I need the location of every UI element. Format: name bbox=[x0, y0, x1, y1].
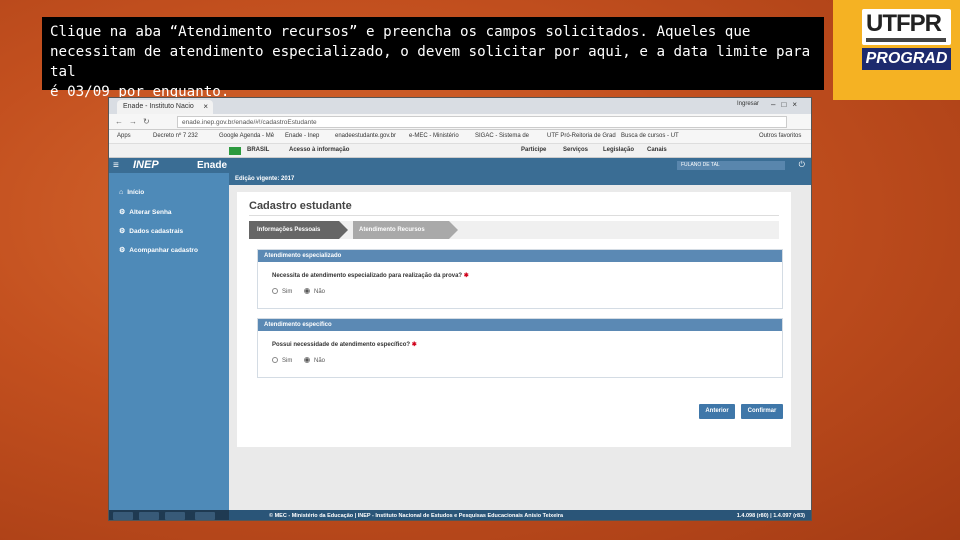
footer-versions: 1.4.098 (r80) | 1.4.097 (r83) bbox=[736, 513, 805, 519]
wizard-steps: Informações Pessoais Atendimento Recurso… bbox=[249, 221, 779, 239]
sidebar-item-label: Acompanhar cadastro bbox=[129, 247, 198, 254]
taskbar-app-icon[interactable] bbox=[165, 512, 185, 520]
bookmark-apps[interactable]: Apps bbox=[117, 133, 131, 139]
step-arrow bbox=[339, 221, 348, 239]
sidebar-item-dados-cadastrais[interactable]: ⚙ Dados cadastrais bbox=[119, 227, 183, 235]
section-title: Atendimento especializado bbox=[258, 250, 782, 262]
bookmark-item[interactable]: e-MEC - Ministério bbox=[409, 133, 459, 139]
menu-icon[interactable]: ≡ bbox=[113, 161, 119, 171]
gov-link-participe[interactable]: Participe bbox=[521, 147, 546, 153]
gear-icon: ⚙ bbox=[119, 228, 126, 235]
browser-tab-bar: Enade - Instituto Nacio × Ingresar –□× bbox=[109, 98, 811, 114]
caption-line-1: Clique na aba “Atendimento recursos” e p… bbox=[50, 24, 751, 40]
caption-line-2: necessitam de atendimento especializado,… bbox=[50, 44, 811, 80]
confirm-button[interactable]: Confirmar bbox=[741, 404, 783, 419]
sidebar-item-acompanhar-cadastro[interactable]: ⚙ Acompanhar cadastro bbox=[119, 246, 198, 254]
brazil-flag-icon bbox=[229, 147, 241, 155]
form-card: Cadastro estudante Informações Pessoais … bbox=[237, 192, 791, 447]
radio-sim[interactable] bbox=[272, 288, 278, 294]
browser-user-label[interactable]: Ingresar bbox=[737, 101, 759, 107]
back-icon[interactable]: ← bbox=[115, 117, 123, 126]
footer-text: © MEC - Ministério da Educação | INEP - … bbox=[269, 513, 564, 519]
edition-bar: Edição vigente: 2017 bbox=[229, 173, 811, 185]
app-footer: © MEC - Ministério da Educação | INEP - … bbox=[229, 510, 811, 520]
question-atendimento-especializado: Necessita de atendimento especializado p… bbox=[272, 272, 469, 279]
radio-label-nao: Não bbox=[314, 357, 326, 364]
user-name-text: FULANO DE TAL bbox=[681, 162, 720, 168]
step-atendimento-recursos[interactable]: Atendimento Recursos bbox=[353, 221, 449, 239]
radio-label-sim: Sim bbox=[282, 288, 293, 295]
slide-caption: Clique na aba “Atendimento recursos” e p… bbox=[42, 17, 824, 100]
reload-icon[interactable]: ↻ bbox=[143, 117, 150, 126]
taskbar-app-icon[interactable] bbox=[113, 512, 133, 520]
back-button[interactable]: Anterior bbox=[699, 404, 735, 419]
gov-link-servicos[interactable]: Serviços bbox=[563, 147, 588, 153]
sidebar-item-alterar-senha[interactable]: ⚙ Alterar Senha bbox=[119, 208, 172, 216]
close-tab-icon[interactable]: × bbox=[203, 102, 208, 111]
bookmark-item[interactable]: Decreto nº 7 232 bbox=[153, 133, 198, 139]
question-atendimento-especifico: Possui necessidade de atendimento especí… bbox=[272, 341, 417, 348]
gear-icon: ⚙ bbox=[119, 247, 126, 254]
address-bar: ← → ↻ enade.inep.gov.br/enade/#!/cadastr… bbox=[109, 114, 811, 130]
required-marker: ✱ bbox=[411, 342, 417, 348]
bookmark-item[interactable]: Busca de cursos - UT bbox=[621, 133, 679, 139]
bookmark-other[interactable]: Outros favoritos bbox=[759, 133, 801, 139]
question-text: Possui necessidade de atendimento especí… bbox=[272, 342, 411, 348]
bookmarks-bar: Apps Decreto nº 7 232 Google Agenda - Mê… bbox=[109, 130, 811, 144]
browser-tab[interactable]: Enade - Instituto Nacio × bbox=[117, 100, 213, 114]
radio-sim[interactable] bbox=[272, 357, 278, 363]
gov-link-canais[interactable]: Canais bbox=[647, 147, 667, 153]
section-atendimento-especializado: Atendimento especializado Necessita de a… bbox=[257, 249, 783, 309]
sidebar: ⌂ Início ⚙ Alterar Senha ⚙ Dados cadastrais… bbox=[109, 173, 229, 510]
app-body: ⌂ Início ⚙ Alterar Senha ⚙ Dados cadastrais… bbox=[109, 173, 811, 520]
prograd-label: PROGRAD bbox=[862, 48, 951, 70]
radio-nao[interactable] bbox=[304, 288, 311, 294]
radio-label-nao: Não bbox=[314, 288, 326, 295]
bookmark-item[interactable]: SIGAC - Sistema de bbox=[475, 133, 529, 139]
taskbar bbox=[109, 510, 229, 520]
radio-group-especifico: Sim Não bbox=[272, 357, 335, 364]
section-title: Atendimento específico bbox=[258, 319, 782, 331]
page-title: Cadastro estudante bbox=[249, 200, 352, 212]
bookmark-item[interactable]: enadeestudante.gov.br bbox=[335, 133, 396, 139]
bookmark-item[interactable]: Google Agenda - Mê bbox=[219, 133, 274, 139]
gear-icon: ⚙ bbox=[119, 209, 126, 216]
gov-link-legislacao[interactable]: Legislação bbox=[603, 147, 634, 153]
utfpr-logo-tagline bbox=[866, 38, 946, 42]
sidebar-item-label: Dados cadastrais bbox=[129, 228, 184, 235]
gov-access-link[interactable]: Acesso à informação bbox=[289, 147, 349, 153]
question-text: Necessita de atendimento especializado p… bbox=[272, 273, 463, 279]
app-header: ≡ INEP Enade FULANO DE TAL ⏻ bbox=[109, 158, 811, 173]
product-name: Enade bbox=[197, 160, 228, 171]
taskbar-app-icon[interactable] bbox=[139, 512, 159, 520]
taskbar-app-icon[interactable] bbox=[195, 512, 215, 520]
required-marker: ✱ bbox=[463, 273, 469, 279]
bookmark-item[interactable]: Enade - Inep bbox=[285, 133, 319, 139]
step-informacoes-pessoais[interactable]: Informações Pessoais bbox=[249, 221, 339, 239]
url-input[interactable]: enade.inep.gov.br/enade/#!/cadastroEstud… bbox=[177, 116, 787, 128]
gov-brasil-link[interactable]: BRASIL bbox=[247, 147, 269, 153]
bookmark-item[interactable]: UTF Pró-Reitoria de Grad bbox=[547, 133, 616, 139]
home-icon: ⌂ bbox=[119, 189, 124, 196]
sidebar-item-label: Alterar Senha bbox=[129, 209, 172, 216]
step-arrow bbox=[449, 221, 458, 239]
sidebar-item-label: Início bbox=[127, 189, 145, 196]
radio-group-especializado: Sim Não bbox=[272, 288, 335, 295]
radio-nao[interactable] bbox=[304, 357, 311, 363]
browser-screenshot: Enade - Instituto Nacio × Ingresar –□× ←… bbox=[108, 97, 812, 521]
inep-logo: INEP bbox=[133, 159, 159, 171]
window-controls[interactable]: –□× bbox=[771, 100, 803, 109]
sidebar-item-inicio[interactable]: ⌂ Início bbox=[119, 189, 144, 196]
forward-icon[interactable]: → bbox=[129, 117, 137, 126]
utfpr-logo: UTFPR bbox=[866, 10, 942, 37]
gov-bar: BRASIL Acesso à informação Participe Ser… bbox=[109, 144, 811, 158]
user-name[interactable]: FULANO DE TAL bbox=[677, 161, 785, 170]
section-atendimento-especifico: Atendimento específico Possui necessidad… bbox=[257, 318, 783, 378]
logout-icon[interactable]: ⏻ bbox=[799, 160, 805, 170]
title-divider bbox=[249, 215, 779, 216]
radio-label-sim: Sim bbox=[282, 357, 293, 364]
browser-tab-title: Enade - Instituto Nacio bbox=[123, 103, 194, 110]
